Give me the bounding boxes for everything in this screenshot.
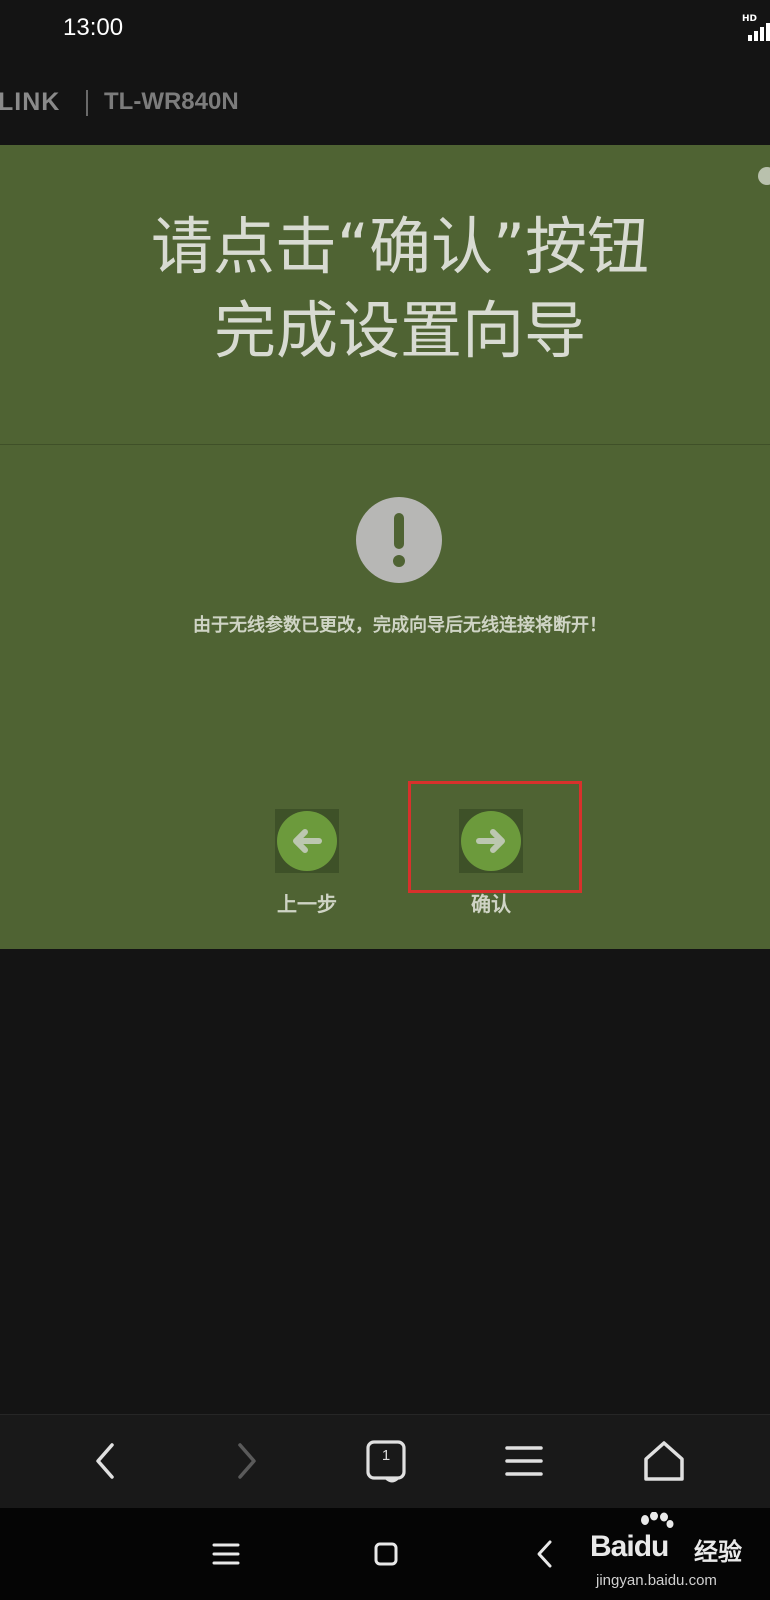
screen: 13:00 HD 77 LINK TL-WR840N xyxy=(0,0,770,1600)
brand-logo: LINK xyxy=(0,88,61,116)
watermark-brand: Baidu xyxy=(590,1530,669,1563)
router-header: LINK TL-WR840N xyxy=(0,58,770,145)
square-icon[interactable] xyxy=(366,1534,406,1574)
warning-message: 由于无线参数已更改，完成向导后无线连接将断开！ xyxy=(193,615,607,636)
tabs-button[interactable]: 1 xyxy=(362,1437,410,1485)
chevron-left-icon[interactable] xyxy=(82,1437,130,1485)
signal-icon: HD xyxy=(742,14,770,42)
back-icon[interactable] xyxy=(526,1534,566,1574)
browser-toolbar: 1 xyxy=(0,1414,770,1508)
header-divider xyxy=(86,90,88,116)
title-line-1: 请点击“确认”按钮 xyxy=(150,210,650,283)
watermark-url: jingyan.baidu.com xyxy=(596,1572,717,1589)
watermark-cn: 经验 xyxy=(694,1538,742,1566)
status-bar: 13:00 HD 77 xyxy=(0,0,770,58)
wizard-title: 请点击“确认”按钮 完成设置向导 xyxy=(0,205,770,373)
previous-step-label[interactable]: 上一步 xyxy=(247,888,367,917)
router-model: TL-WR840N xyxy=(104,88,239,115)
home-icon[interactable] xyxy=(640,1437,688,1485)
close-icon[interactable] xyxy=(758,167,770,185)
menu-icon[interactable] xyxy=(500,1437,548,1485)
highlight-annotation xyxy=(408,781,582,893)
title-line-2: 完成设置向导 xyxy=(213,294,586,367)
status-time: 13:00 xyxy=(63,14,124,41)
watermark: Baidu 经验 jingyan.baidu.com xyxy=(586,1508,770,1600)
section-divider xyxy=(0,444,770,445)
chevron-right-icon[interactable] xyxy=(222,1437,270,1485)
exclamation-icon xyxy=(356,497,442,583)
previous-step-button[interactable] xyxy=(275,809,339,873)
recent-apps-icon[interactable] xyxy=(206,1534,246,1574)
arrow-left-icon xyxy=(293,829,322,853)
tab-count: 1 xyxy=(381,1447,391,1464)
setup-wizard-panel: 请点击“确认”按钮 完成设置向导 由于无线参数已更改，完成向导后无线连接将断开！… xyxy=(0,145,770,949)
